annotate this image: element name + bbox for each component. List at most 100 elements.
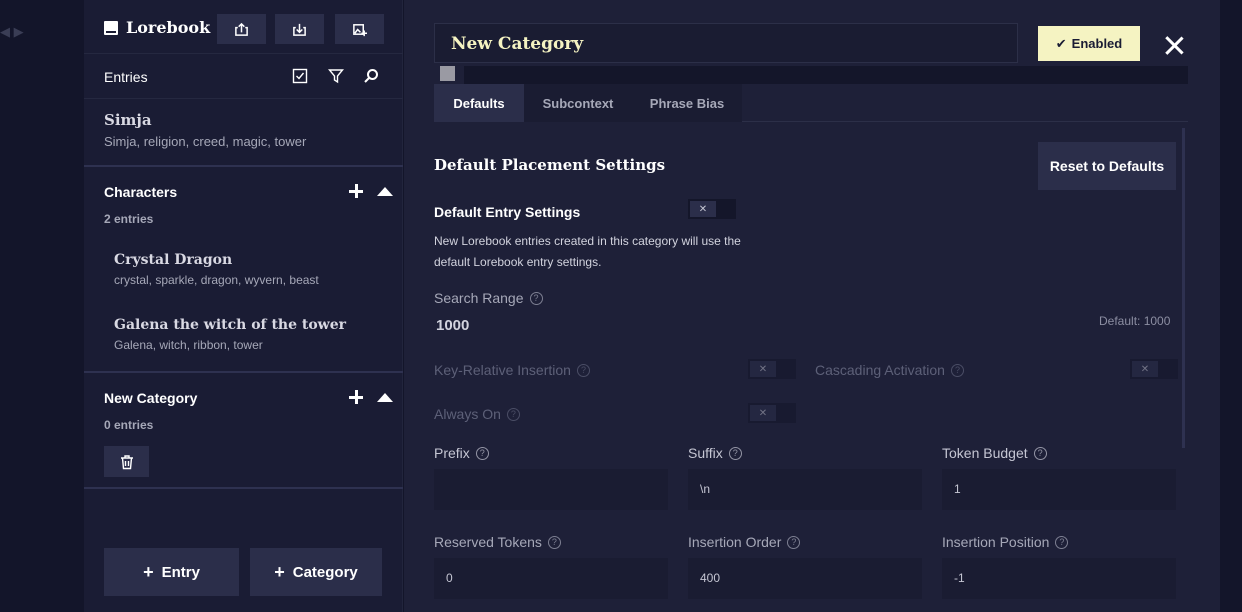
category-editor: New Category ✔ Enabled Defaults Subconte… [404,0,1220,612]
search-button[interactable] [361,66,381,86]
search-range-default: Default: 1000 [1099,314,1171,328]
close-icon[interactable] [1164,36,1184,56]
always-on-text: Always On [434,406,501,422]
tab-defaults[interactable]: Defaults [434,84,524,122]
image-add-icon [353,23,367,36]
delete-category-button[interactable] [104,446,149,477]
entry-keys: crystal, sparkle, dragon, wyvern, beast [114,273,319,287]
help-icon[interactable]: ? [529,291,543,305]
search-range-value[interactable]: 1000 [436,317,469,334]
trash-icon [120,454,133,469]
suffix-label-text: Suffix [688,445,723,461]
add-entry-to-category-icon[interactable] [348,389,364,405]
reserved-tokens-label: Reserved Tokens ? [434,534,561,550]
sidebar-header: Lorebook [84,0,403,54]
help-icon[interactable]: ? [576,363,590,377]
check-icon: ✔ [1055,35,1067,51]
category-color-row [434,64,1188,84]
reserved-tokens-label-text: Reserved Tokens [434,534,542,550]
search-range-label: Search Range ? [434,290,543,306]
toggle-off-icon: ✕ [690,201,716,217]
plus-icon: + [143,561,154,582]
add-entry-label: Entry [161,563,200,581]
divider [84,371,403,373]
enabled-toggle-button[interactable]: ✔ Enabled [1038,26,1140,61]
entry-name: Simja [104,111,152,129]
color-swatch[interactable] [440,66,455,81]
checkbox-icon [292,68,308,84]
insertion-order-label: Insertion Order ? [688,534,801,550]
insertion-position-label: Insertion Position ? [942,534,1069,550]
insertion-order-input[interactable]: 400 [688,558,922,599]
select-checkbox-button[interactable] [290,66,310,86]
search-icon [364,69,378,83]
category-tabs: Defaults Subcontext Phrase Bias [434,84,1188,122]
default-entry-settings-description: New Lorebook entries created in this cat… [434,234,741,269]
token-budget-label-text: Token Budget [942,445,1028,461]
background-app-right [1220,0,1242,612]
filter-button[interactable] [326,66,346,86]
entry-crystal-dragon[interactable]: Crystal Dragon crystal, sparkle, dragon,… [114,252,319,287]
always-on-label: Always On ? [434,406,520,422]
import-image-button[interactable] [335,14,384,44]
entry-name: Crystal Dragon [114,252,233,268]
prefix-input[interactable] [434,469,668,510]
enabled-label: Enabled [1071,36,1123,51]
tab-phrase-bias[interactable]: Phrase Bias [632,84,742,122]
entry-keys: Simja, religion, creed, magic, tower [104,134,307,149]
help-icon[interactable]: ? [728,446,742,460]
help-icon[interactable]: ? [506,407,520,421]
entries-label: Entries [104,69,148,85]
always-on-toggle[interactable]: ✕ [748,403,796,423]
add-entry-to-category-icon[interactable] [348,183,364,199]
add-category-button[interactable]: + Category [250,548,382,596]
category-characters-count: 2 entries [104,212,154,226]
default-entry-settings-toggle[interactable]: ✕ [688,199,736,219]
category-new-title[interactable]: New Category [104,390,197,406]
reserved-tokens-input[interactable]: 0 [434,558,668,599]
collapse-category-icon[interactable] [377,187,393,196]
entry-keys: Galena, witch, ribbon, tower [114,338,263,352]
nav-arrows-icon: ◀ ▶ [0,24,24,39]
help-icon[interactable]: ? [1033,446,1047,460]
export-button[interactable] [217,14,266,44]
token-budget-label: Token Budget ? [942,445,1047,461]
reset-to-defaults-button[interactable]: Reset to Defaults [1038,142,1176,190]
help-icon[interactable]: ? [787,535,801,549]
cascading-activation-text: Cascading Activation [815,362,945,378]
toggle-off-icon: ✕ [750,405,776,421]
default-entry-settings-title: Default Entry Settings [434,204,581,220]
token-budget-input[interactable]: 1 [942,469,1176,510]
section-title: Default Placement Settings [434,156,666,174]
prefix-label-text: Prefix [434,445,470,461]
category-name-input[interactable]: New Category [434,23,1018,63]
category-characters-title[interactable]: Characters [104,184,177,200]
entry-galena[interactable]: Galena the witch of the tower Galena, wi… [114,317,346,352]
plus-icon: + [274,561,285,582]
scrollbar[interactable] [1182,128,1185,448]
help-icon[interactable]: ? [547,535,561,549]
filter-icon [328,69,344,84]
book-icon [104,20,118,35]
toggle-off-icon: ✕ [750,361,776,377]
key-relative-insertion-label: Key-Relative Insertion ? [434,362,590,378]
collapse-category-icon[interactable] [377,393,393,402]
add-entry-button[interactable]: + Entry [104,548,239,596]
tab-subcontext[interactable]: Subcontext [524,84,632,122]
insertion-position-label-text: Insertion Position [942,534,1050,550]
lorebook-title-text: Lorebook [126,18,211,37]
key-relative-insertion-toggle[interactable]: ✕ [748,359,796,379]
insertion-position-input[interactable]: -1 [942,558,1176,599]
lorebook-sidebar: Lorebook Entries Simja Simja, religion, … [84,0,403,612]
prefix-label: Prefix ? [434,445,489,461]
import-button[interactable] [275,14,324,44]
suffix-input[interactable]: \n [688,469,922,510]
cascading-activation-toggle[interactable]: ✕ [1130,359,1178,379]
divider [84,487,403,489]
color-bar [464,66,1188,84]
help-icon[interactable]: ? [1055,535,1069,549]
help-icon[interactable]: ? [475,446,489,460]
entry-simja[interactable]: Simja Simja, religion, creed, magic, tow… [104,111,306,149]
help-icon[interactable]: ? [950,363,964,377]
lorebook-title: Lorebook [104,18,210,37]
